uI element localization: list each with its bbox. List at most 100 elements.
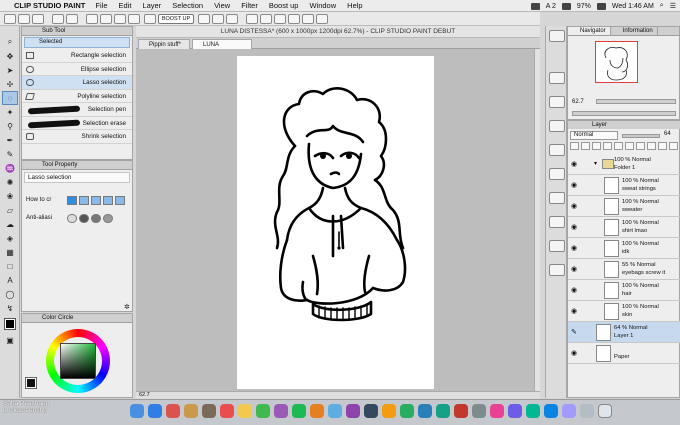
calendar-icon[interactable] <box>220 404 234 418</box>
settings-icon[interactable]: ✲ <box>124 303 130 311</box>
boost-up-button[interactable]: BOOST UP <box>158 14 194 24</box>
fill-tool-icon[interactable]: ◈ <box>3 232 17 244</box>
layer-row-shirt-lmao[interactable]: ◉ 100 % Normal shirt lmao <box>568 217 680 238</box>
messages-icon[interactable] <box>256 404 270 418</box>
visibility-eye-icon[interactable]: ◉ <box>571 181 577 189</box>
tab-information[interactable]: Information <box>611 27 658 35</box>
antialias-medium-icon[interactable] <box>91 214 101 223</box>
app-icon-6[interactable] <box>544 404 558 418</box>
pen-cursor-icon[interactable] <box>144 14 156 24</box>
material-icon[interactable] <box>549 96 565 108</box>
subtool-lasso-selection[interactable]: Lasso selection <box>22 76 132 90</box>
eraser-tool-icon[interactable]: ▱ <box>3 204 17 216</box>
canvas-vertical-scrollbar[interactable] <box>534 49 540 391</box>
visibility-eye-icon[interactable]: ◉ <box>571 160 577 168</box>
subtool-polyline-selection[interactable]: Polyline selection <box>22 90 132 103</box>
operation-tool-icon[interactable]: ➤ <box>3 64 17 76</box>
ruler-icon[interactable] <box>316 14 328 24</box>
opacity-slider[interactable] <box>622 134 660 138</box>
new-raster-layer-icon[interactable] <box>647 142 656 150</box>
color-set-icon[interactable] <box>549 192 565 204</box>
opacity-value[interactable]: 64 <box>664 131 671 137</box>
gradient-tool-icon[interactable]: ▦ <box>3 246 17 258</box>
saturation-value-square[interactable] <box>60 343 96 379</box>
lock-layer-icon[interactable] <box>603 142 612 150</box>
visibility-eye-icon[interactable]: ◉ <box>571 307 577 315</box>
balloon-tool-icon[interactable]: ◯ <box>3 288 17 300</box>
blend-mode-select[interactable]: Normal <box>570 131 618 140</box>
cut-icon[interactable] <box>100 14 112 24</box>
create-mode-add-icon[interactable] <box>79 196 89 205</box>
trash-icon[interactable] <box>598 404 612 418</box>
tab-luna-distessa[interactable]: LUNA DISTESSA* <box>192 39 252 58</box>
itunes-icon[interactable] <box>310 404 324 418</box>
quick-access-icon[interactable] <box>549 264 565 276</box>
clear-icon[interactable] <box>86 14 98 24</box>
canvas-area[interactable] <box>136 49 534 391</box>
tab-navigator[interactable]: Navigator <box>568 27 611 35</box>
transform-icon[interactable] <box>246 14 258 24</box>
antialias-strong-icon[interactable] <box>103 214 113 223</box>
stickies-icon[interactable] <box>238 404 252 418</box>
spotify-icon[interactable] <box>400 404 414 418</box>
menu-window[interactable]: Window <box>309 1 336 10</box>
move-tool-icon[interactable]: ✥ <box>3 50 17 62</box>
visibility-eye-icon[interactable]: ◉ <box>571 349 577 357</box>
skype-icon[interactable] <box>530 2 540 10</box>
terminal-icon[interactable] <box>364 404 378 418</box>
menu-selection[interactable]: Selection <box>172 1 203 10</box>
menu-edit[interactable]: Edit <box>119 1 132 10</box>
color-slider-icon[interactable] <box>549 216 565 228</box>
layer-row-layer-1[interactable]: ✎ 64 % Normal Layer 1 <box>568 322 680 343</box>
app-icon-5[interactable] <box>526 404 540 418</box>
crop-icon[interactable] <box>274 14 286 24</box>
layer-row-idk[interactable]: ◉ 100 % Normal idk <box>568 238 680 259</box>
app-menu[interactable]: CLIP STUDIO PAINT <box>14 1 85 10</box>
hue-ring[interactable] <box>46 329 110 393</box>
facetime-icon[interactable] <box>292 404 306 418</box>
new-file-icon[interactable] <box>4 14 16 24</box>
new-vector-layer-icon[interactable] <box>658 142 667 150</box>
safari-icon[interactable] <box>148 404 162 418</box>
menu-help[interactable]: Help <box>347 1 362 10</box>
new-folder-icon[interactable] <box>669 142 678 150</box>
menu-filter[interactable]: Filter <box>241 1 258 10</box>
clip-studio-icon[interactable] <box>382 404 396 418</box>
layer-row-sweater[interactable]: ◉ 100 % Normal sweater <box>568 196 680 217</box>
subtool-rectangle-selection[interactable]: Rectangle selection <box>22 49 132 63</box>
word-icon[interactable] <box>418 404 432 418</box>
create-mode-intersect-icon[interactable] <box>103 196 113 205</box>
save-icon[interactable] <box>32 14 44 24</box>
navigator-rotate-slider[interactable] <box>572 111 676 116</box>
contacts-icon[interactable] <box>202 404 216 418</box>
main-color-swatch-icon[interactable] <box>3 318 17 330</box>
visibility-eye-icon[interactable]: ◉ <box>571 202 577 210</box>
notes-icon[interactable] <box>184 404 198 418</box>
tab-pippin-stuff[interactable]: Pippin stuff* <box>138 39 190 49</box>
layer-row-hair[interactable]: ◉ 100 % Normal hair <box>568 280 680 301</box>
app-icon-7[interactable] <box>562 404 576 418</box>
app-icon[interactable] <box>166 404 180 418</box>
subtool-selection-pen[interactable]: Selection pen <box>22 103 132 117</box>
create-mode-new-icon[interactable] <box>67 196 77 205</box>
reference-layer-icon[interactable] <box>581 142 590 150</box>
layer-row-skin[interactable]: ◉ 100 % Normal skin <box>568 301 680 322</box>
layer-property-icon[interactable] <box>549 120 565 132</box>
current-color-swatch[interactable] <box>25 377 37 389</box>
paste-icon[interactable] <box>128 14 140 24</box>
chevron-down-icon[interactable]: ▾ <box>594 160 597 167</box>
layer-row-sweat-strings[interactable]: ◉ 100 % Normal sweat strings <box>568 175 680 196</box>
battery-level[interactable]: 97% <box>577 3 591 10</box>
undo-icon[interactable] <box>52 14 64 24</box>
figure-tool-icon[interactable]: □ <box>3 260 17 272</box>
create-mode-subtract-icon[interactable] <box>91 196 101 205</box>
visibility-eye-icon[interactable]: ◉ <box>571 244 577 252</box>
brush-tool-icon[interactable]: ♒ <box>3 162 17 174</box>
auto-select-icon[interactable]: ✦ <box>3 106 17 118</box>
layer-panel-header[interactable]: Layer <box>568 121 680 129</box>
draft-layer-icon[interactable] <box>592 142 601 150</box>
notification-badge[interactable]: A 2 <box>546 3 556 10</box>
clip-layer-icon[interactable] <box>570 142 579 150</box>
menu-list-icon[interactable]: ☰ <box>670 2 676 10</box>
app-icon-2[interactable] <box>472 404 486 418</box>
